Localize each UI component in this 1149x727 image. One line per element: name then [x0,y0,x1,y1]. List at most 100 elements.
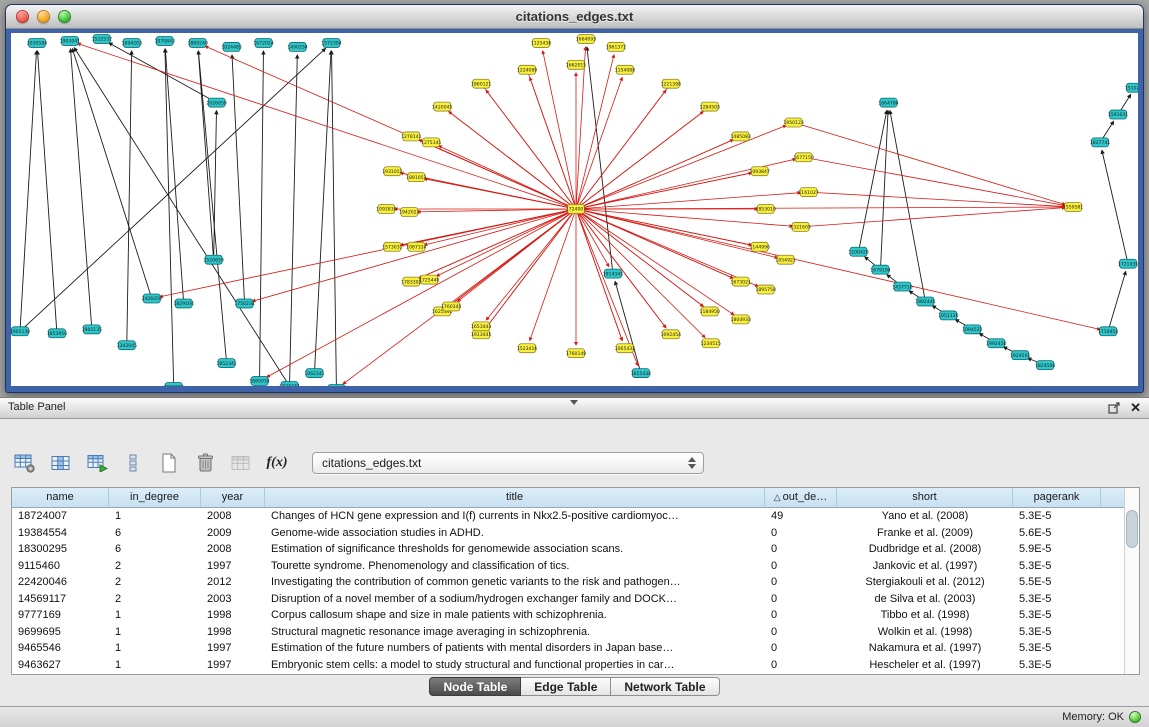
tab-node-table[interactable]: Node Table [429,677,521,696]
graph-edge[interactable] [260,51,264,381]
graph-node[interactable]: 2030584 [27,38,48,47]
graph-node[interactable]: 1750234 [234,299,255,308]
splitter-handle-icon[interactable] [570,400,578,405]
graph-edge[interactable] [890,110,925,301]
network-canvas[interactable]: 1724007185301010938471485083128450312213… [11,33,1138,386]
column-header-pagerank[interactable]: pagerank [1013,488,1101,507]
graph-node[interactable]: 1144996 [749,242,770,251]
graph-edge[interactable] [1108,271,1126,331]
memory-indicator[interactable] [1129,711,1141,723]
graph-node[interactable]: 1024485 [221,42,242,51]
table-source-dropdown[interactable]: citations_edges.txt [312,452,704,474]
table-row[interactable]: 969969511998Structural magnetic resonanc… [12,624,1124,641]
graph-node[interactable]: 1615434 [631,369,652,378]
table-row[interactable]: 1830029562008Estimation of significance … [12,541,1124,558]
graph-node[interactable]: 1559581 [1063,203,1084,212]
graph-node[interactable]: 1321605 [790,222,811,231]
graph-node[interactable]: 1051120 [938,311,959,320]
graph-node[interactable]: 1284503 [700,102,721,111]
graph-edge[interactable] [198,51,213,260]
graph-node[interactable]: 1275141 [421,138,442,147]
graph-edge[interactable] [486,209,576,320]
graph-node[interactable]: 1154088 [615,65,636,74]
graph-node[interactable]: 1062341 [304,369,325,378]
graph-node[interactable]: 1664093 [576,34,597,43]
graph-node[interactable]: 1677150 [793,153,814,162]
graph-node[interactable]: 1950123 [783,118,804,127]
graph-node[interactable]: 1342045 [117,341,138,350]
graph-edge[interactable] [576,55,614,209]
table-row[interactable]: 1872400712008Changes of HCN gene express… [12,508,1124,525]
graph-node[interactable]: 1672024 [253,38,274,47]
column-header-year[interactable]: year [201,488,265,507]
graph-node[interactable]: 1234515 [701,339,722,348]
graph-edge[interactable] [417,209,576,212]
graph-node[interactable]: 1591031 [1108,110,1129,119]
graph-node[interactable]: 1905135 [82,325,103,334]
graph-node[interactable]: 1892445 [915,297,936,306]
minimize-window-button[interactable] [37,10,50,23]
column-header-out_de[interactable]: △out_de… [765,488,837,507]
graph-node[interactable]: 1125438 [531,38,552,47]
graph-node[interactable]: 1724007 [566,205,587,214]
graph-node[interactable]: 1673021 [730,277,751,286]
graph-edge[interactable] [543,51,576,209]
graph-node[interactable]: 1094522 [962,325,983,334]
graph-node[interactable]: 1853010 [755,205,776,214]
graph-edge[interactable] [530,209,576,341]
network-graph[interactable]: 1724007185301010938471485083128450312213… [11,33,1138,386]
function-builder-icon[interactable]: f(x) [262,449,292,477]
table-row[interactable]: 911546021997Tourette syndrome. Phenomeno… [12,558,1124,575]
close-window-button[interactable] [16,10,29,23]
graph-node[interactable]: 1924501 [1010,351,1031,360]
graph-node[interactable]: 1889240 [187,38,208,47]
graph-node[interactable]: 1852341 [216,359,237,368]
graph-edge[interactable] [127,51,132,345]
graph-edge[interactable] [37,51,56,333]
graph-node[interactable]: 1942021 [399,208,420,217]
graph-edge[interactable] [70,49,91,329]
table-row[interactable]: 977716911998Corpus callosum shape and si… [12,607,1124,624]
graph-node[interactable]: 1093847 [749,167,770,176]
graph-node[interactable]: 1573031 [382,242,403,251]
graph-node[interactable]: 1221398 [661,79,682,88]
graph-node[interactable]: 1905130 [11,327,30,336]
graph-node[interactable]: 1914345 [603,269,624,278]
window-titlebar[interactable]: citations_edges.txt [6,5,1143,29]
graph-node[interactable]: 1992450 [986,339,1007,348]
graph-node[interactable]: 1524234 [279,382,300,386]
graph-node[interactable]: 1420045 [432,102,453,111]
graph-node[interactable]: 2026059 [206,98,227,107]
table-row[interactable]: 1456911722003Disruption of a novel membe… [12,591,1124,608]
graph-edge[interactable] [314,51,331,373]
table-row[interactable]: 1938455462009Genome-wide association stu… [12,525,1124,542]
graph-node[interactable]: 1065432 [615,344,636,353]
close-panel-icon[interactable]: ✕ [1130,400,1141,416]
graph-node[interactable]: 1523416 [517,344,538,353]
graph-edge[interactable] [20,48,326,331]
row-height-icon[interactable] [118,449,148,477]
graph-node[interactable]: 1278141 [401,132,422,141]
table-scrollbar[interactable] [1124,488,1139,674]
graph-node[interactable]: 1891053 [406,173,427,182]
graph-node[interactable]: 1685034 [249,377,270,386]
new-column-icon[interactable] [154,449,184,477]
graph-node[interactable]: 1931052 [382,167,403,176]
show-columns-icon[interactable] [46,449,76,477]
graph-node[interactable]: 1510231 [1125,83,1138,92]
graph-node[interactable]: 1664784 [878,98,899,107]
graph-node[interactable]: 1827741 [1090,138,1111,147]
graph-edge[interactable] [232,55,245,304]
graph-edge[interactable] [576,207,1065,209]
scrollbar-thumb[interactable] [1126,510,1138,548]
column-header-short[interactable]: short [837,488,1013,507]
graph-edge[interactable] [794,122,1066,204]
graph-node[interactable]: 1860121 [471,79,492,88]
graph-node[interactable]: 2520659 [203,255,224,264]
graph-node[interactable]: 1184950 [700,307,721,316]
graph-node[interactable]: 1522532 [92,34,113,43]
graph-node[interactable]: 1054921 [775,255,796,264]
graph-edge[interactable] [801,208,1066,227]
graph-edge[interactable] [343,209,576,384]
graph-edge[interactable] [74,48,289,386]
